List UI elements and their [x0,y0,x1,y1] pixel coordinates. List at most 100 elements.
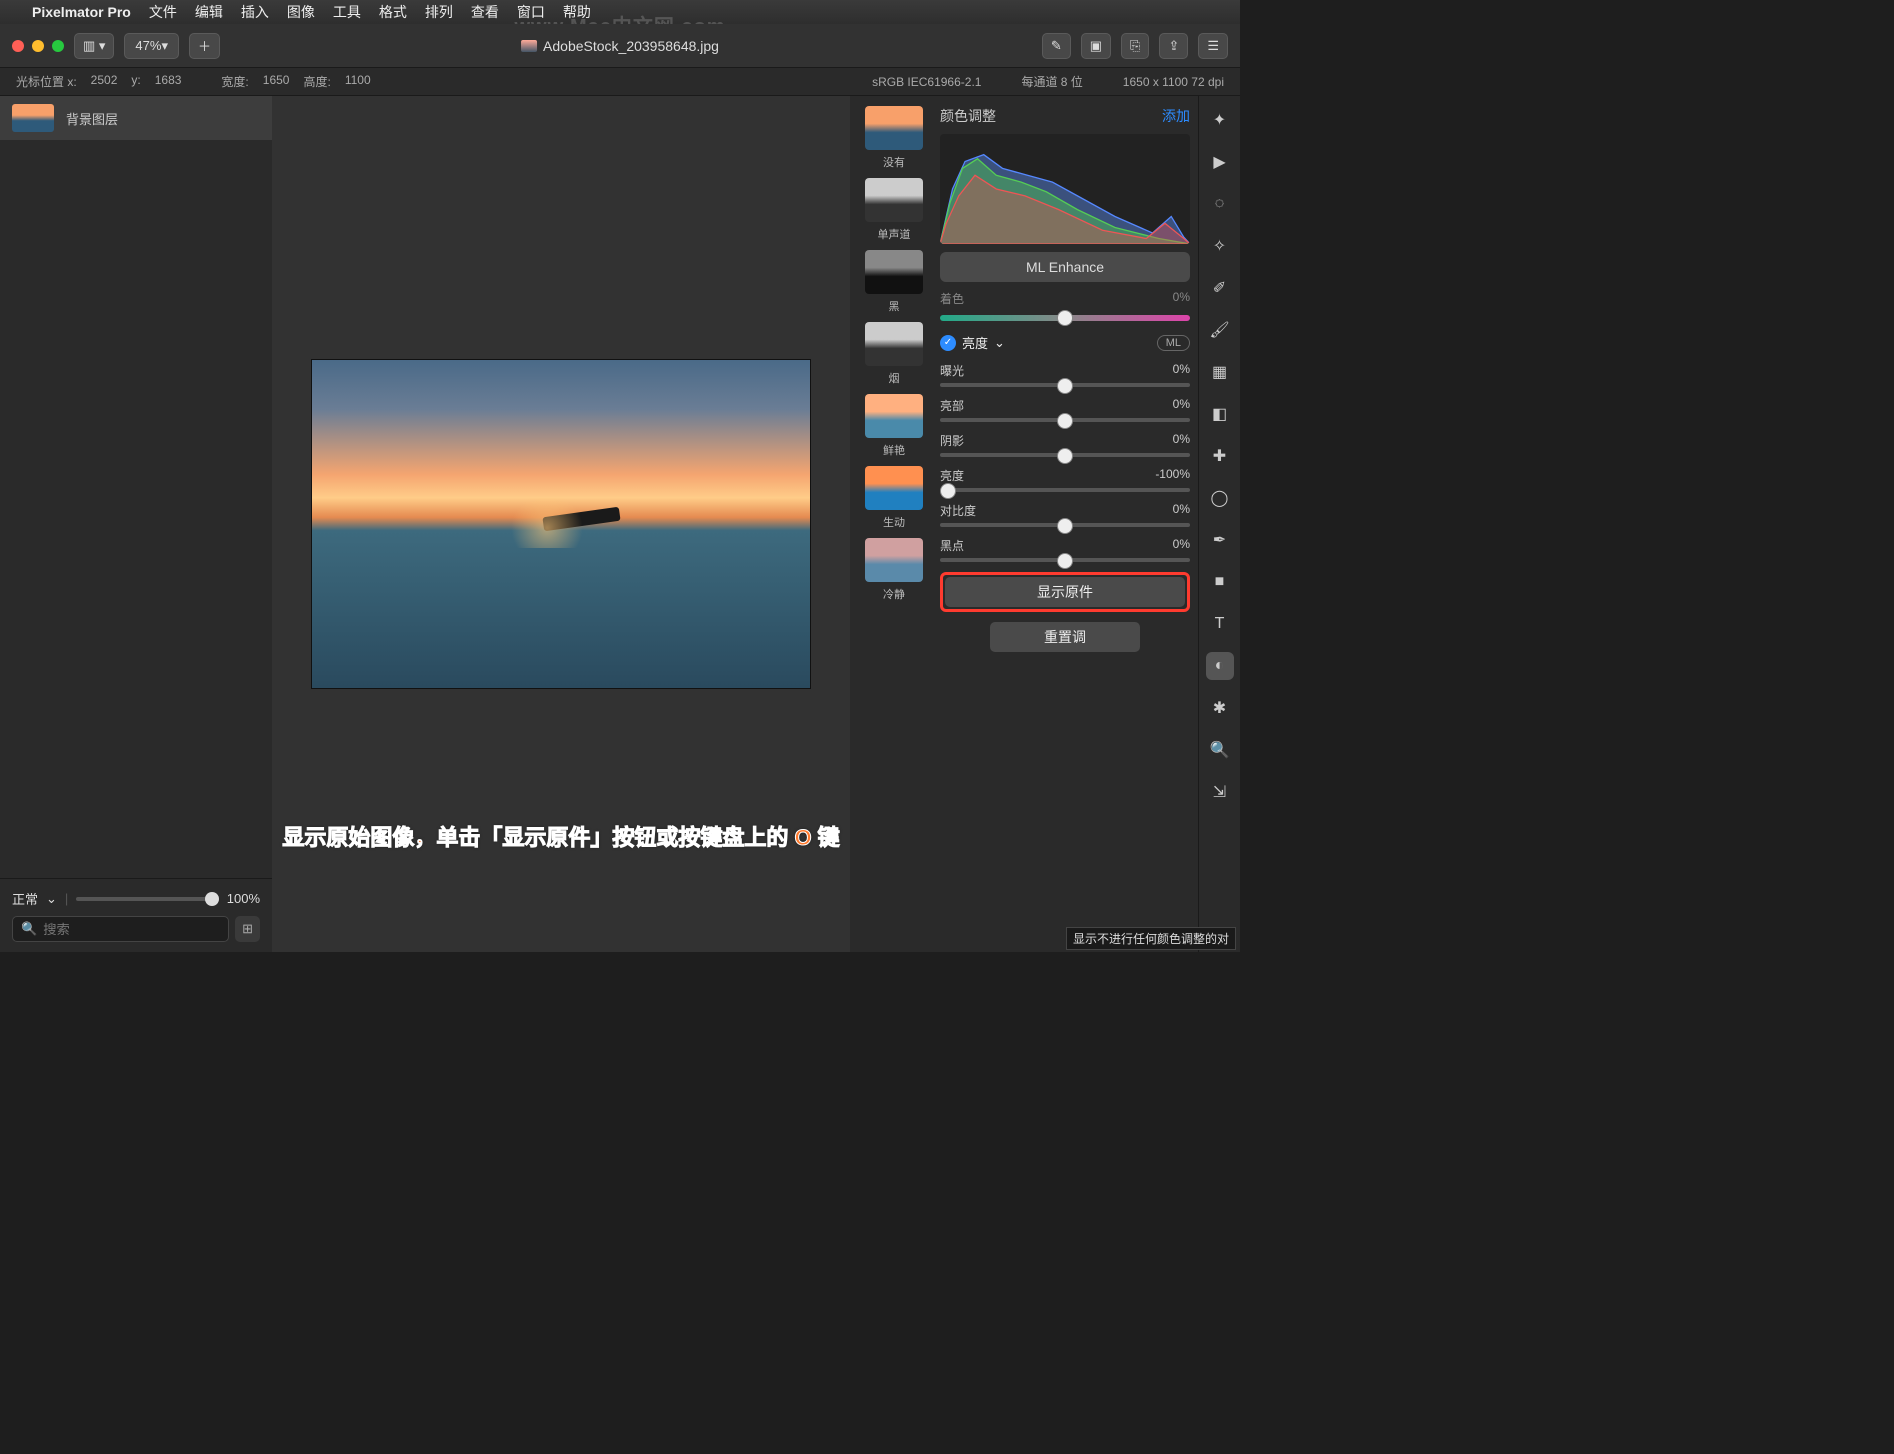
ml-enhance-button[interactable]: ML Enhance [940,252,1190,282]
highlights-slider[interactable] [940,418,1190,422]
contrast-slider[interactable] [940,523,1190,527]
menu-tools[interactable]: 工具 [333,2,361,22]
layer-search[interactable]: 🔍 [12,916,229,942]
cursor-y-label: y: [131,73,140,90]
arrow-tool-icon[interactable]: ▶ [1206,148,1234,176]
shadows-slider[interactable] [940,453,1190,457]
style-tool-icon[interactable]: ✦ [1206,106,1234,134]
add-button[interactable]: ＋ [189,33,220,59]
chevron-down-icon: ⌄ [994,335,1005,351]
copy-button[interactable]: ⎘ [1121,33,1149,59]
show-original-button[interactable]: 显示原件 [945,577,1185,607]
menu-window[interactable]: 窗口 [517,2,545,22]
heal-tool-icon[interactable]: ✚ [1206,442,1234,470]
layers-panel: 背景图层 正常 ⌄ | 100% 🔍 ⊞ [0,96,272,952]
crop-tool-button[interactable]: ▣ [1081,33,1111,59]
zoom-value: 47% [135,38,161,53]
close-button[interactable] [12,40,24,52]
menu-arrange[interactable]: 排列 [425,2,453,22]
bit-depth: 每通道 8 位 [1021,73,1082,90]
app-name[interactable]: Pixelmator Pro [32,4,131,20]
black-value: 0% [1173,537,1190,554]
menu-file[interactable]: 文件 [149,2,177,22]
minimize-button[interactable] [32,40,44,52]
preset-smoke[interactable]: 烟 [865,322,923,386]
document-title-text: AdobeStock_203958648.jpg [543,38,719,54]
filter-button[interactable]: ⊞ [235,916,260,942]
layer-row[interactable]: 背景图层 [0,96,272,140]
preset-vivid[interactable]: 鲜艳 [865,394,923,458]
search-input[interactable] [43,922,220,937]
width-label: 宽度: [221,73,248,90]
histogram [940,134,1190,244]
tool-strip: ✦ ▶ ◌ ✧ ✐ 🖌 ▦ ◧ ✚ ◯ ✒ ■ T ◐ ✱ 🔍 ⇲ [1198,96,1240,952]
brightness-slider[interactable] [940,488,1190,492]
ml-pill-button[interactable]: ML [1157,335,1190,351]
export-tool-icon[interactable]: ⇲ [1206,778,1234,806]
contrast-value: 0% [1173,502,1190,519]
color-profile: sRGB IEC61966-2.1 [872,75,981,89]
dimensions: 1650 x 1100 72 dpi [1123,75,1224,89]
brush-tool-icon[interactable]: 🖌 [1206,316,1234,344]
shadows-label: 阴影 [940,432,964,449]
exposure-value: 0% [1173,362,1190,379]
menu-edit[interactable]: 编辑 [195,2,223,22]
window-controls [12,40,64,52]
magic-tool-icon[interactable]: ✧ [1206,232,1234,260]
adjustments-panel: 没有 单声道 黑 烟 鲜艳 生动 冷静 颜色调整 添加 [850,96,1240,952]
blend-mode-select[interactable]: 正常 [12,889,38,908]
pen-tool-icon[interactable]: ✒ [1206,526,1234,554]
share-button[interactable]: ⇪ [1159,33,1188,59]
shadows-value: 0% [1173,432,1190,449]
black-slider[interactable] [940,558,1190,562]
shape-tool-icon[interactable]: ■ [1206,568,1234,596]
fill-tool-icon[interactable]: ▦ [1206,358,1234,386]
reset-button[interactable]: 重置调 [990,622,1140,652]
zoom-tool-icon[interactable]: 🔍 [1206,736,1234,764]
show-original-highlight: 显示原件 [940,572,1190,612]
tint-value: 0% [1173,290,1190,307]
chevron-icon: ⌄ [46,891,57,907]
menu-format[interactable]: 格式 [379,2,407,22]
brightness-label: 亮度 [940,467,964,484]
menu-insert[interactable]: 插入 [241,2,269,22]
freehand-tool-button[interactable]: ✎ [1042,33,1071,59]
eyedropper-tool-icon[interactable]: ✐ [1206,274,1234,302]
preset-live[interactable]: 生动 [865,466,923,530]
exposure-slider[interactable] [940,383,1190,387]
tint-slider[interactable] [940,315,1190,321]
canvas-image [311,359,811,689]
width-value: 1650 [263,73,290,90]
cursor-x-value: 2502 [91,73,118,90]
document-title: AdobeStock_203958648.jpg [521,38,719,54]
sidebar-toggle-button[interactable]: ▥ ▾ [74,33,114,59]
checkmark-icon[interactable]: ✓ [940,335,956,351]
preset-black[interactable]: 黑 [865,250,923,314]
menu-image[interactable]: 图像 [287,2,315,22]
height-value: 1100 [345,73,371,90]
toolbar: ▥ ▾ 47% ▾ ＋ AdobeStock_203958648.jpg ✎ ▣… [0,24,1240,68]
eraser-tool-icon[interactable]: ◧ [1206,400,1234,428]
menu-help[interactable]: 帮助 [563,2,591,22]
color-adjust-tool-icon[interactable]: ◐ [1206,652,1234,680]
search-icon: 🔍 [21,921,37,937]
doc-thumb-icon [521,40,537,52]
panel-toggle-button[interactable]: ☰ [1198,33,1228,59]
zoom-dropdown[interactable]: 47% ▾ [124,33,179,59]
preset-none[interactable]: 没有 [865,106,923,170]
type-tool-icon[interactable]: T [1206,610,1234,638]
effects-tool-icon[interactable]: ✱ [1206,694,1234,722]
layer-thumb-icon [12,104,54,132]
preset-calm[interactable]: 冷静 [865,538,923,602]
menu-view[interactable]: 查看 [471,2,499,22]
maximize-button[interactable] [52,40,64,52]
tint-label: 着色 [940,290,964,307]
marquee-tool-icon[interactable]: ◌ [1206,190,1234,218]
opacity-slider[interactable] [76,897,218,901]
panel-title: 颜色调整 [940,106,996,126]
add-adjustment-button[interactable]: 添加 [1162,106,1190,126]
warp-tool-icon[interactable]: ◯ [1206,484,1234,512]
preset-mono[interactable]: 单声道 [865,178,923,242]
canvas-area[interactable]: 显示原始图像，单击「显示原件」按钮或按键盘上的 O 键 [272,96,850,952]
brightness-section-title[interactable]: 亮度 [962,333,988,352]
